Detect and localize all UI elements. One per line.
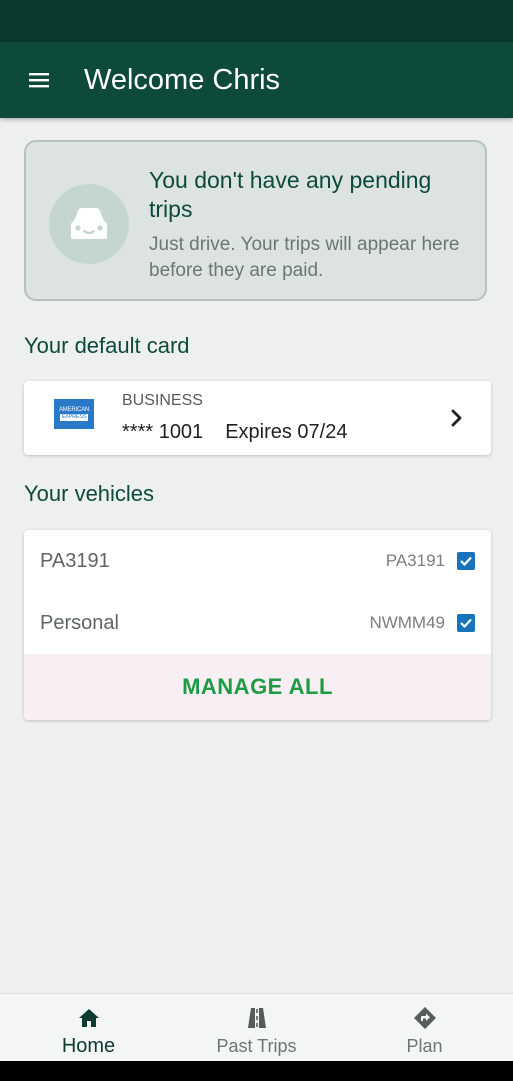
- nav-past-trips[interactable]: Past Trips: [171, 994, 342, 1062]
- vehicle-row[interactable]: Personal NWMM49: [24, 592, 491, 654]
- vehicle-checkbox[interactable]: [457, 614, 475, 632]
- card-expiry: Expires 07/24: [225, 421, 348, 443]
- vehicles-heading: Your vehicles: [24, 481, 155, 506]
- card-info: **** 1001 Expires 07/24: [122, 421, 347, 444]
- nav-home[interactable]: Home: [3, 994, 174, 1062]
- card-number: **** 1001: [122, 421, 204, 443]
- bottom-navigation: Home Past Trips Plan: [0, 993, 513, 1062]
- nav-plan[interactable]: Plan: [339, 994, 510, 1062]
- pending-trips-card: You don't have any pending trips Just dr…: [24, 140, 487, 301]
- car-icon: [49, 184, 129, 264]
- vehicles-card: PA3191 PA3191 Personal NWMM49 MANAGE ALL: [24, 530, 491, 720]
- system-navigation-bar: [0, 1061, 513, 1081]
- vehicle-name: PA3191: [40, 549, 110, 572]
- default-card-row[interactable]: AMERICAN EXPRESS BUSINESS **** 1001 Expir…: [24, 381, 491, 455]
- nav-home-label: Home: [61, 1035, 116, 1057]
- chevron-right-icon: [448, 407, 466, 429]
- nav-plan-label: Plan: [406, 1036, 443, 1056]
- pending-title: You don't have any pending trips: [149, 167, 432, 222]
- default-card-heading: Your default card: [24, 333, 190, 358]
- vehicle-plate: NWMM49: [369, 613, 445, 632]
- nav-past-trips-label: Past Trips: [216, 1036, 297, 1056]
- home-icon: [77, 1006, 101, 1030]
- page-title: Welcome Chris: [84, 63, 281, 96]
- pending-subtitle: Just drive. Your trips will appear here …: [149, 234, 460, 281]
- app-bar: Welcome Chris: [0, 42, 513, 118]
- amex-logo: AMERICAN EXPRESS: [54, 399, 94, 429]
- directions-icon: [413, 1006, 437, 1030]
- status-bar: [0, 0, 513, 42]
- vehicle-checkbox[interactable]: [457, 552, 475, 570]
- vehicle-plate: PA3191: [385, 551, 445, 570]
- card-type: BUSINESS: [122, 392, 203, 409]
- manage-all-button[interactable]: MANAGE ALL: [24, 654, 491, 720]
- vehicle-name: Personal: [40, 611, 119, 634]
- hamburger-menu-icon[interactable]: [20, 61, 58, 99]
- vehicle-row[interactable]: PA3191 PA3191: [24, 530, 491, 592]
- road-icon: [245, 1006, 269, 1030]
